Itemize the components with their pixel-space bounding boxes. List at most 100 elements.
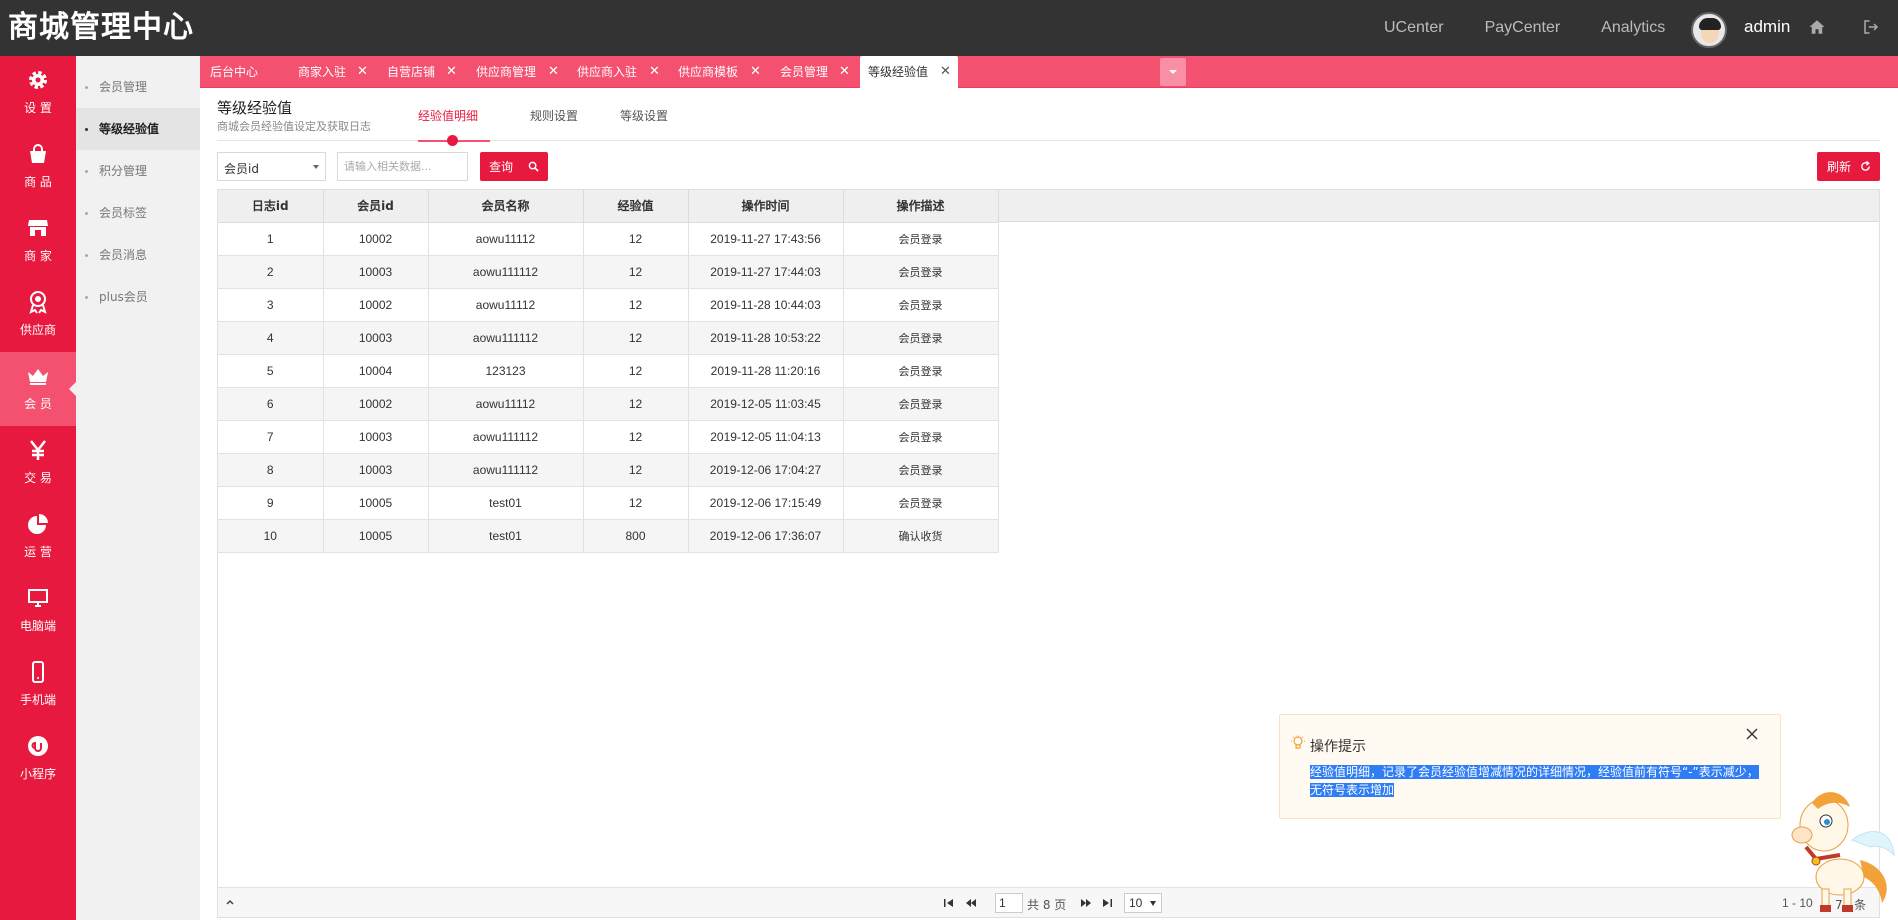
table-row[interactable]: 3 10002 aowu11112 12 2019-11-28 10:44:03… <box>218 288 999 322</box>
last-page-icon[interactable] <box>1101 898 1113 908</box>
cell-log-id: 3 <box>218 288 324 322</box>
first-page-icon[interactable] <box>943 898 955 908</box>
table-row[interactable]: 2 10003 aowu111112 12 2019-11-27 17:44:0… <box>218 255 999 289</box>
table-row[interactable]: 6 10002 aowu11112 12 2019-12-05 11:03:45… <box>218 387 999 421</box>
sidebar-item-goods[interactable]: 商 品 <box>0 130 76 204</box>
tab-self-store[interactable]: 自营店铺 ✕ <box>387 56 481 88</box>
refresh-button[interactable]: 刷新 <box>1817 152 1880 181</box>
table-row[interactable]: 8 10003 aowu111112 12 2019-12-06 17:04:2… <box>218 453 999 487</box>
tab-level-exp[interactable]: 等级经验值 ✕ <box>860 56 958 88</box>
page-number-input[interactable]: 1 <box>995 893 1023 913</box>
cell-member-name: 123123 <box>428 354 584 388</box>
close-icon[interactable] <box>1745 727 1759 741</box>
close-icon[interactable]: ✕ <box>750 56 761 88</box>
search-field-select[interactable]: 会员id <box>217 152 326 181</box>
table-row[interactable]: 10 10005 test01 800 2019-12-06 17:36:07 … <box>218 519 999 553</box>
topnav-analytics[interactable]: Analytics <box>1601 19 1665 37</box>
cell-log-id: 7 <box>218 420 324 454</box>
tab-merchant-join[interactable]: 商家入驻 ✕ <box>298 56 392 88</box>
table-row[interactable]: 9 10005 test01 12 2019-12-06 17:15:49 会员… <box>218 486 999 520</box>
prev-page-icon[interactable] <box>965 898 977 908</box>
cell-desc: 会员登录 <box>843 321 999 355</box>
topnav-paycenter[interactable]: PayCenter <box>1485 19 1561 37</box>
monitor-icon <box>28 589 48 607</box>
column-header[interactable]: 会员id <box>323 190 429 223</box>
badge-icon <box>29 291 47 314</box>
cell-desc: 会员登录 <box>843 420 999 454</box>
tab-label: 会员管理 <box>780 65 829 79</box>
sidebar-item-miniapp[interactable]: 小程序 <box>0 722 76 796</box>
submenu-item-tags[interactable]: 会员标签 <box>76 192 200 234</box>
cell-member-id: 10002 <box>323 288 429 322</box>
table-row[interactable]: 7 10003 aowu111112 12 2019-12-05 11:04:1… <box>218 420 999 454</box>
column-header[interactable]: 日志id <box>218 190 324 223</box>
close-icon[interactable]: ✕ <box>940 56 951 88</box>
cell-member-id: 10004 <box>323 354 429 388</box>
page-size-select[interactable]: 10 <box>1124 893 1162 913</box>
cell-time: 2019-12-05 11:04:13 <box>688 420 844 454</box>
cell-exp: 12 <box>583 288 689 322</box>
cell-desc: 会员登录 <box>843 453 999 487</box>
sidebar-item-supplier[interactable]: 供应商 <box>0 278 76 352</box>
submenu-item-messages[interactable]: 会员消息 <box>76 234 200 276</box>
cell-desc: 会员登录 <box>843 387 999 421</box>
cell-member-name: aowu11112 <box>428 387 584 421</box>
next-page-icon[interactable] <box>1080 898 1092 908</box>
sidebar-item-operation[interactable]: 运 营 <box>0 500 76 574</box>
page-title: 等级经验值 <box>217 99 293 117</box>
cell-member-id: 10005 <box>323 519 429 553</box>
cell-member-name: test01 <box>428 486 584 520</box>
lightbulb-icon <box>1291 735 1305 749</box>
topnav-ucenter[interactable]: UCenter <box>1384 19 1444 37</box>
sidebar-item-mobile[interactable]: 手机端 <box>0 648 76 722</box>
tab-label: 供应商入驻 <box>577 65 638 79</box>
table-row[interactable]: 1 10002 aowu11112 12 2019-11-27 17:43:56… <box>218 222 999 256</box>
cell-time: 2019-12-06 17:15:49 <box>688 486 844 520</box>
sidebar-item-member[interactable]: 会 员 <box>0 352 76 426</box>
cell-desc: 会员登录 <box>843 486 999 520</box>
total-pages: 共 8 页 <box>1027 898 1067 912</box>
sidebar-item-merchant[interactable]: 商 家 <box>0 204 76 278</box>
column-header[interactable]: 操作时间 <box>688 190 844 223</box>
close-icon[interactable]: ✕ <box>446 56 457 88</box>
refresh-icon <box>1861 161 1870 171</box>
column-header[interactable]: 会员名称 <box>428 190 584 223</box>
close-icon[interactable]: ✕ <box>649 56 660 88</box>
tip-title: 操作提示 <box>1310 739 1366 755</box>
tab-supplier-join[interactable]: 供应商入驻 ✕ <box>577 56 677 88</box>
tab-supplier-manage[interactable]: 供应商管理 ✕ <box>476 56 576 88</box>
submenu-item-points[interactable]: 积分管理 <box>76 150 200 192</box>
query-button[interactable]: 查询 <box>480 152 548 181</box>
sidebar-item-trade[interactable]: 交 易 <box>0 426 76 500</box>
column-header[interactable]: 操作描述 <box>843 190 999 223</box>
table-row[interactable]: 5 10004 123123 12 2019-11-28 11:20:16 会员… <box>218 354 999 388</box>
avatar[interactable] <box>1691 12 1727 48</box>
cell-exp: 12 <box>583 486 689 520</box>
mascot-pony-icon[interactable] <box>1782 785 1898 915</box>
user-name[interactable]: admin <box>1744 17 1790 37</box>
chevron-up-icon[interactable] <box>224 896 236 908</box>
sidebar-item-pc[interactable]: 电脑端 <box>0 574 76 648</box>
tab-more-button[interactable] <box>1160 58 1186 86</box>
home-icon[interactable] <box>1808 18 1826 36</box>
logout-icon[interactable] <box>1862 18 1880 36</box>
tab-level-settings[interactable]: 等级设置 <box>620 107 668 124</box>
cell-exp: 12 <box>583 387 689 421</box>
sidebar-item-settings[interactable]: 设 置 <box>0 56 76 130</box>
tab-exp-detail[interactable]: 经验值明细 <box>418 107 478 124</box>
close-icon[interactable]: ✕ <box>357 56 368 88</box>
operation-tip-panel: 操作提示 经验值明细，记录了会员经验值增减情况的详细情况，经验值前有符号“-”表… <box>1279 714 1781 819</box>
submenu-item-plus[interactable]: plus会员 <box>76 276 200 318</box>
close-icon[interactable]: ✕ <box>839 56 850 88</box>
brand-title: 商城管理中心 <box>8 10 194 45</box>
close-icon[interactable]: ✕ <box>548 56 559 88</box>
column-header[interactable]: 经验值 <box>583 190 689 223</box>
cell-exp: 12 <box>583 255 689 289</box>
tab-dashboard[interactable]: 后台中心 <box>210 56 272 88</box>
search-input[interactable] <box>337 152 468 181</box>
submenu-item-level-exp[interactable]: 等级经验值 <box>76 108 200 150</box>
submenu-item-member-manage[interactable]: 会员管理 <box>76 66 200 108</box>
table-row[interactable]: 4 10003 aowu111112 12 2019-11-28 10:53:2… <box>218 321 999 355</box>
tab-supplier-template[interactable]: 供应商模板 ✕ <box>678 56 778 88</box>
tab-rule-settings[interactable]: 规则设置 <box>530 107 578 124</box>
